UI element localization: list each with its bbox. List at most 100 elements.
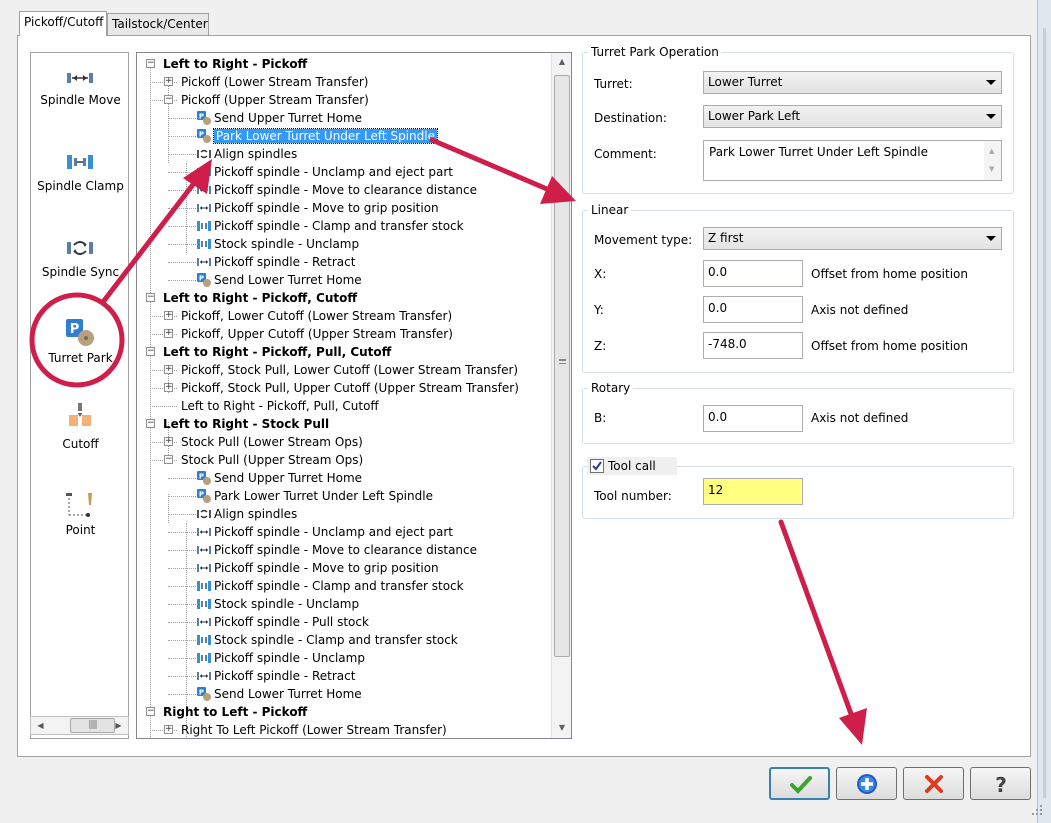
operation-tree[interactable]: − Left to Right - Pickoff + Pickoff (Lower … [136, 52, 572, 739]
b-input[interactable]: 0.0 [703, 405, 803, 432]
scroll-thumb[interactable] [554, 75, 570, 657]
tree-operation[interactable]: Pickoff spindle - Retract [196, 253, 355, 271]
b-label: B: [594, 411, 607, 425]
tree-operation[interactable]: Pickoff spindle - Move to clearance dist… [196, 541, 477, 559]
comment-scrollbar[interactable]: ▲ ▼ [984, 141, 1001, 180]
comment-field[interactable]: Park Lower Turret Under Left Spindle ▲ ▼ [703, 140, 1002, 181]
tree-operation[interactable]: P Send Upper Turret Home [196, 469, 362, 487]
scroll-thumb[interactable]: |||| [70, 718, 115, 733]
tree-subgroup[interactable]: Right To Left Pickoff (Lower Stream Tran… [181, 721, 447, 738]
tree-group[interactable]: Left to Right - Pickoff, Cutoff [163, 289, 357, 307]
tree-subgroup[interactable]: Left to Right - Pickoff, Pull, Cutoff [181, 397, 379, 415]
tree-connector [168, 694, 196, 695]
tree-operation[interactable]: Pickoff spindle - Pull stock [196, 613, 369, 631]
tree-operation[interactable]: Pickoff spindle - Move to clearance dist… [196, 181, 477, 199]
y-input[interactable]: 0.0 [703, 296, 803, 323]
tree-operation[interactable]: Pickoff spindle - Unclamp and eject part [196, 163, 453, 181]
expand-icon[interactable]: + [164, 77, 173, 86]
tree-operation[interactable]: P Send Lower Turret Home [196, 271, 362, 289]
scroll-up-icon[interactable]: ▲ [552, 53, 572, 71]
scroll-up-icon[interactable]: ▲ [989, 147, 994, 155]
tree-operation[interactable]: Align spindles [196, 505, 297, 523]
tab-pickoff-cutoff[interactable]: Pickoff/Cutoff [19, 11, 107, 36]
movement-type-select[interactable]: Z first [703, 227, 1002, 250]
collapse-icon[interactable]: − [146, 419, 155, 428]
tree-operation[interactable]: Stock spindle - Unclamp [196, 235, 359, 253]
tree-subgroup[interactable]: Pickoff, Lower Cutoff (Lower Stream Tran… [181, 307, 452, 325]
tree-operation[interactable]: P Send Upper Turret Home [196, 109, 362, 127]
palette-item-turret-park[interactable]: P Turret Park [31, 311, 128, 391]
palette-item-spindle-clamp[interactable]: Spindle Clamp [31, 139, 128, 219]
resize-grip-icon[interactable] [1030, 803, 1044, 817]
tree-group[interactable]: Left to Right - Pickoff [163, 55, 307, 73]
collapse-icon[interactable]: − [164, 455, 173, 464]
tree-subgroup[interactable]: Pickoff, Upper Cutoff (Upper Stream Tran… [181, 325, 453, 343]
scroll-right-icon[interactable]: ▶ [111, 718, 126, 733]
tree-operation[interactable]: Align spindles [196, 145, 297, 163]
turret-select[interactable]: Lower Turret [703, 71, 1002, 94]
question-icon: ? [995, 773, 1007, 795]
tool-number-input[interactable]: 12 [703, 478, 803, 505]
tree-subgroup[interactable]: Stock Pull (Upper Stream Ops) [181, 451, 363, 469]
expand-icon[interactable]: + [164, 383, 173, 392]
tree-operation[interactable]: P Send Lower Turret Home [196, 685, 362, 703]
tree-operation[interactable]: P Park Lower Turret Under Left Spindle [196, 127, 438, 145]
tree-subgroup[interactable]: Pickoff (Lower Stream Transfer) [181, 73, 368, 91]
tree-item-label: Send Upper Turret Home [214, 471, 363, 485]
tree-subgroup[interactable]: Pickoff (Upper Stream Transfer) [181, 91, 369, 109]
help-button[interactable]: ? [970, 767, 1031, 800]
tool-call-checkbox[interactable] [590, 459, 604, 473]
tree-item-label: Left to Right - Pickoff, Pull, Cutoff [181, 399, 379, 413]
tree-group[interactable]: Right to Left - Pickoff [163, 703, 307, 721]
tree-clamp-icon [196, 597, 214, 611]
tree-operation[interactable]: Pickoff spindle - Unclamp and eject part [196, 523, 453, 541]
tree-item-label: Left to Right - Pickoff [163, 57, 308, 71]
tree-park-icon: P [196, 128, 214, 143]
expand-icon[interactable]: + [164, 725, 173, 734]
palette-item-cutoff[interactable]: Cutoff [31, 397, 128, 477]
palette-item-spindle-sync[interactable]: Spindle Sync [31, 225, 128, 305]
palette-item-point[interactable]: Point [31, 483, 128, 563]
cancel-button[interactable] [903, 767, 964, 800]
z-input[interactable]: -748.0 [703, 332, 803, 359]
collapse-icon[interactable]: − [146, 347, 155, 356]
tree-operation[interactable]: Pickoff spindle - Move to grip position [196, 199, 439, 217]
collapse-icon[interactable]: − [164, 95, 173, 104]
tree-operation[interactable]: Stock spindle - Clamp and transfer stock [196, 631, 458, 649]
tree-item-label: Pickoff, Stock Pull, Upper Cutoff (Upper… [181, 381, 519, 395]
tree-operation[interactable]: Pickoff spindle - Clamp and transfer sto… [196, 217, 464, 235]
tree-subgroup[interactable]: Stock Pull (Lower Stream Ops) [181, 433, 363, 451]
tree-subgroup[interactable]: Pickoff, Stock Pull, Lower Cutoff (Lower… [181, 361, 518, 379]
expand-icon[interactable]: + [164, 329, 173, 338]
tree-subgroup[interactable]: Pickoff, Stock Pull, Upper Cutoff (Upper… [181, 379, 519, 397]
collapse-icon[interactable]: − [146, 59, 155, 68]
tab-tailstock-center[interactable]: Tailstock/Center [107, 13, 209, 35]
tree-operation[interactable]: Pickoff spindle - Unclamp [196, 649, 365, 667]
tree-operation[interactable]: Pickoff spindle - Clamp and transfer sto… [196, 577, 464, 595]
tree-group[interactable]: Left to Right - Pickoff, Pull, Cutoff [163, 343, 391, 361]
collapse-icon[interactable]: − [146, 293, 155, 302]
y-label: Y: [594, 303, 604, 317]
add-button[interactable] [836, 767, 897, 800]
tree-operation[interactable]: Stock spindle - Unclamp [196, 595, 359, 613]
tree-group[interactable]: Left to Right - Stock Pull [163, 415, 329, 433]
expand-icon[interactable]: + [164, 437, 173, 446]
tree-operation[interactable]: Pickoff spindle - Retract [196, 667, 355, 685]
scroll-down-icon[interactable]: ▼ [989, 165, 994, 173]
scroll-down-icon[interactable]: ▼ [552, 719, 572, 737]
expand-icon[interactable]: + [164, 365, 173, 374]
tree-item-label: Pickoff spindle - Retract [214, 255, 356, 269]
scroll-left-icon[interactable]: ◀ [33, 718, 48, 733]
expand-icon[interactable]: + [164, 311, 173, 320]
tree-operation[interactable]: Pickoff spindle - Move to grip position [196, 559, 439, 577]
palette-horizontal-scrollbar[interactable]: ◀ |||| ▶ [30, 716, 129, 735]
palette-item-spindle-move[interactable]: Spindle Move [31, 53, 128, 133]
tree-vertical-scrollbar[interactable]: ▲ ▼ [551, 53, 571, 738]
tree-move-icon [196, 669, 214, 683]
x-input[interactable]: 0.0 [703, 260, 803, 287]
destination-select[interactable]: Lower Park Left [703, 105, 1002, 128]
tree-operation[interactable]: P Park Lower Turret Under Left Spindle [196, 487, 433, 505]
tree-connector [168, 280, 196, 281]
ok-button[interactable] [769, 767, 830, 800]
collapse-icon[interactable]: − [146, 707, 155, 716]
